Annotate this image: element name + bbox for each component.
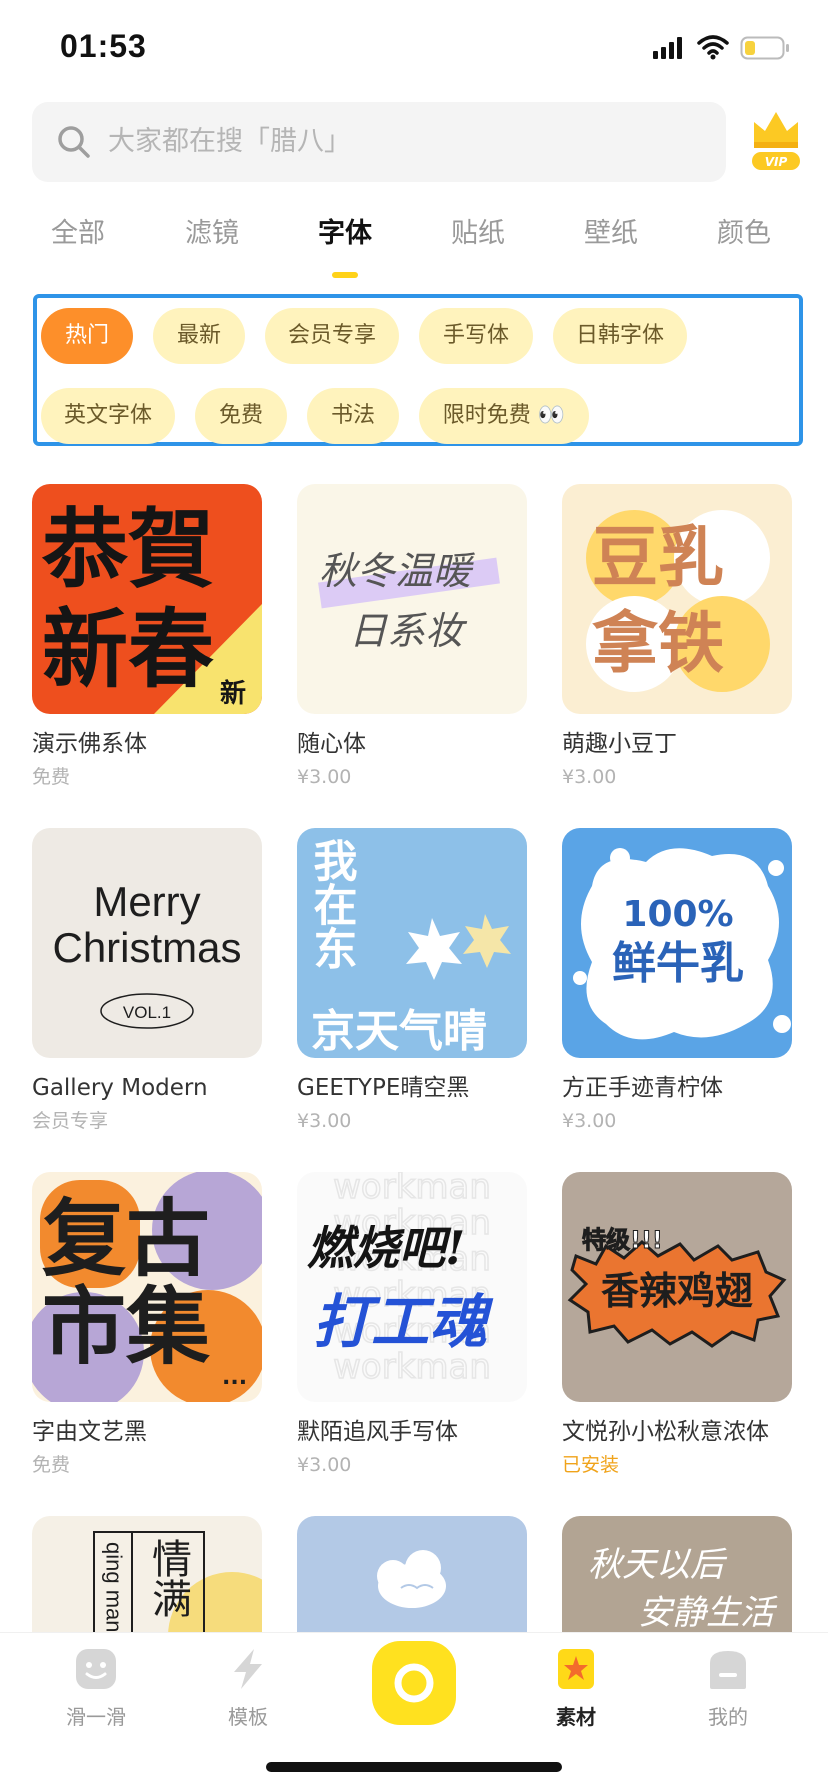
svg-text:100%: 100% — [622, 894, 733, 935]
smiley-face-icon — [76, 1649, 116, 1689]
chip-calligraphy[interactable]: 书法 — [307, 388, 399, 444]
svg-text:我在东: 我在东 — [306, 838, 358, 970]
font-preview-image: 100% 鲜牛乳 — [562, 828, 792, 1058]
status-bar: 01:53 — [0, 0, 828, 100]
font-price: ¥3.00 — [562, 766, 617, 788]
svg-text:特级!!!: 特级!!! — [582, 1226, 663, 1254]
svg-text:VOL.1: VOL.1 — [123, 1003, 171, 1022]
tab-filters[interactable]: 滤镜 — [152, 214, 272, 254]
search-placeholder: 大家都在搜「腊八」 — [108, 126, 351, 157]
chip-latest[interactable]: 最新 — [153, 308, 245, 364]
tab-colors[interactable]: 颜色 — [684, 214, 804, 254]
filter-chip-panel: 热门 最新 会员专享 手写体 日韩字体 英文字体 免费 书法 限时免费 👀 — [33, 294, 803, 446]
category-tabs: 全部 滤镜 字体 贴纸 壁纸 颜色 — [0, 210, 828, 280]
status-time: 01:53 — [60, 28, 147, 64]
chip-limited-free[interactable]: 限时免费 👀 — [419, 388, 589, 444]
font-name: GEETYPE晴空黑 — [297, 1075, 470, 1101]
svg-text:日系妆: 日系妆 — [349, 609, 468, 653]
font-preview-image: 我在东 京天气晴 — [297, 828, 527, 1058]
svg-text:市集: 市集 — [42, 1278, 210, 1376]
svg-text:新: 新 — [220, 678, 246, 709]
font-name: 字由文艺黑 — [32, 1419, 147, 1445]
nav-label: 模板 — [228, 1705, 268, 1729]
search-bar[interactable]: 大家都在搜「腊八」 — [32, 102, 726, 182]
nav-profile[interactable]: 我的 — [678, 1647, 778, 1730]
svg-text:香辣鸡翅: 香辣鸡翅 — [601, 1269, 753, 1313]
lightning-icon — [234, 1649, 262, 1689]
font-preview-image: 特级!!! 香辣鸡翅 — [562, 1172, 792, 1402]
cellular-signal-icon — [653, 37, 682, 59]
nav-materials[interactable]: 素材 — [526, 1647, 626, 1730]
svg-text:复古: 复古 — [42, 1190, 210, 1288]
font-price: ¥3.00 — [297, 1110, 352, 1132]
chip-handwriting[interactable]: 手写体 — [419, 308, 533, 364]
svg-text:秋冬温暖: 秋冬温暖 — [319, 549, 476, 593]
star-bookmark-icon — [558, 1649, 594, 1689]
font-name: 文悦孙小松秋意浓体 — [562, 1419, 769, 1445]
camera-button[interactable] — [372, 1641, 456, 1725]
font-name: Gallery Modern — [32, 1075, 208, 1101]
svg-text:...: ... — [222, 1365, 247, 1390]
camera-shutter-icon — [394, 1663, 434, 1703]
svg-text:qing man: qing man — [102, 1542, 127, 1633]
svg-text:拿铁: 拿铁 — [592, 605, 724, 682]
svg-text:Merry: Merry — [93, 878, 200, 925]
font-name: 萌趣小豆丁 — [562, 731, 677, 757]
svg-text:打工魂: 打工魂 — [313, 1288, 494, 1356]
nav-label: 滑一滑 — [66, 1705, 126, 1729]
tab-fonts[interactable]: 字体 — [285, 214, 405, 254]
svg-text:秋天以后: 秋天以后 — [588, 1545, 728, 1585]
svg-text:恭賀: 恭賀 — [41, 500, 214, 600]
font-price: 免费 — [32, 1454, 71, 1476]
chip-free[interactable]: 免费 — [195, 388, 287, 444]
svg-text:鲜牛乳: 鲜牛乳 — [612, 938, 744, 989]
nav-swipe[interactable]: 滑一滑 — [46, 1647, 146, 1730]
nav-label: 素材 — [556, 1705, 596, 1729]
home-indicator[interactable] — [266, 1762, 562, 1772]
battery-icon — [740, 36, 789, 60]
font-preview-image: 恭賀 新春 新 — [32, 484, 262, 714]
font-price: 免费 — [32, 766, 71, 788]
search-icon — [58, 126, 90, 158]
font-price: ¥3.00 — [562, 1110, 617, 1132]
chip-english[interactable]: 英文字体 — [41, 388, 175, 444]
font-preview-image: 豆乳 拿铁 — [562, 484, 792, 714]
svg-text:Christmas: Christmas — [52, 924, 241, 971]
tab-wallpapers[interactable]: 壁纸 — [551, 214, 671, 254]
font-preview-image: workman workman workman workman workman … — [297, 1172, 527, 1402]
chip-hot[interactable]: 热门 — [41, 308, 133, 364]
toast-profile-icon — [710, 1651, 746, 1689]
font-price: 会员专享 — [32, 1110, 109, 1132]
font-preview-image: 复古 市集 ... — [32, 1172, 262, 1402]
nav-label: 我的 — [708, 1705, 748, 1729]
font-preview-image: 秋冬温暖 日系妆 — [297, 484, 527, 714]
font-name: 演示佛系体 — [32, 731, 147, 757]
vip-label: VIP — [765, 155, 788, 169]
font-installed-status: 已安装 — [562, 1454, 620, 1476]
svg-text:燃烧吧!: 燃烧吧! — [307, 1221, 465, 1275]
wifi-icon — [697, 35, 729, 60]
font-preview-image: Merry Christmas VOL.1 — [32, 828, 262, 1058]
svg-text:京天气晴: 京天气晴 — [311, 1006, 487, 1057]
svg-text:安静生活: 安静生活 — [638, 1593, 778, 1633]
nav-templates[interactable]: 模板 — [198, 1647, 298, 1730]
font-price: ¥3.00 — [297, 766, 352, 788]
svg-text:豆乳: 豆乳 — [592, 519, 724, 596]
svg-text:workman: workman — [333, 1172, 491, 1207]
tab-stickers[interactable]: 贴纸 — [418, 214, 538, 254]
font-name: 随心体 — [297, 731, 366, 757]
tab-all[interactable]: 全部 — [18, 214, 138, 254]
chip-member-only[interactable]: 会员专享 — [265, 308, 399, 364]
active-tab-indicator — [332, 272, 358, 278]
font-name: 默陌追风手写体 — [297, 1419, 458, 1445]
chip-jp-kr[interactable]: 日韩字体 — [553, 308, 687, 364]
svg-text:情满: 情满 — [145, 1538, 191, 1618]
vip-crown-icon[interactable]: VIP — [748, 108, 804, 174]
svg-text:新春: 新春 — [42, 600, 214, 700]
font-name: 方正手迹青柠体 — [562, 1075, 723, 1101]
font-price: ¥3.00 — [297, 1454, 352, 1476]
